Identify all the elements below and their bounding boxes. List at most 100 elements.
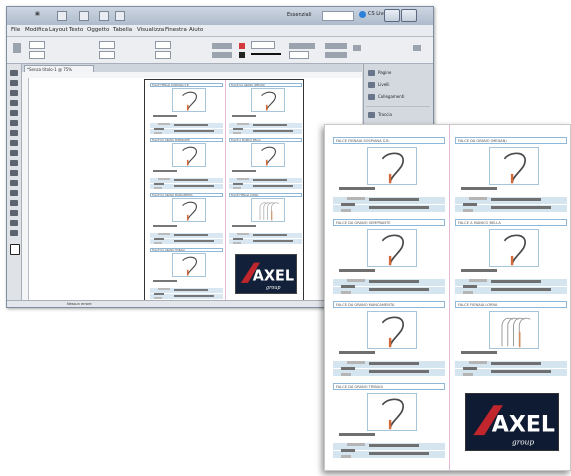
- align-icon[interactable]: [353, 45, 361, 51]
- workspace-switcher[interactable]: Essenziali: [287, 12, 311, 18]
- product-spec-line: [174, 130, 214, 132]
- product-spec-line: [154, 242, 162, 244]
- scythe-image: [182, 201, 197, 221]
- product-spec-line: [154, 183, 164, 185]
- product-image-frame: [172, 253, 206, 277]
- stroke-panel-tab[interactable]: Traccia: [368, 110, 392, 120]
- stroke-type-dropdown[interactable]: [251, 53, 281, 55]
- scissors-tool-icon[interactable]: [10, 170, 18, 176]
- stroke-panel-label: Traccia: [378, 112, 392, 117]
- product-spec-line: [339, 187, 375, 190]
- shear-tools-icon[interactable]: [212, 52, 232, 58]
- gap-tool-icon[interactable]: [10, 100, 18, 106]
- reference-point-icon[interactable]: [13, 43, 21, 53]
- eyedropper-tool-icon[interactable]: [10, 210, 18, 216]
- product-title: FALCE DA GRANO (MEDAN): [455, 137, 567, 144]
- document-tab-bar: *Senza titolo-1 @ 75%: [22, 64, 362, 72]
- menu-oggetto[interactable]: Oggetto: [87, 27, 109, 33]
- product-spec-line: [233, 128, 243, 130]
- layers-panel-tab[interactable]: Livelli: [368, 80, 390, 90]
- menu-tabella[interactable]: Tabella: [113, 27, 132, 33]
- view-options-dropdown[interactable]: [79, 11, 89, 21]
- scale-y-field[interactable]: [155, 51, 171, 59]
- transform-tool-icon[interactable]: [10, 180, 18, 186]
- zoom-dropdown[interactable]: [57, 11, 67, 21]
- pages-panel-tab[interactable]: Pagine: [368, 68, 391, 78]
- product-spec-line: [158, 123, 170, 125]
- product-spec-line: [369, 288, 429, 291]
- vertical-ruler: [22, 78, 29, 302]
- document-tab[interactable]: *Senza titolo-1 @ 75%: [24, 65, 94, 72]
- frame-fitting-icons[interactable]: [289, 43, 315, 49]
- minimize-button[interactable]: [384, 9, 400, 22]
- links-panel-tab[interactable]: Collegamenti: [368, 92, 405, 102]
- menu-testo[interactable]: Testo: [69, 27, 83, 33]
- menu-modifica[interactable]: Modifica: [25, 27, 48, 33]
- product-spec-line: [347, 361, 365, 364]
- effects-icons[interactable]: [325, 52, 347, 58]
- hand-tool-icon[interactable]: [10, 220, 18, 226]
- width-field[interactable]: [99, 41, 115, 49]
- pencil-tool-icon[interactable]: [10, 140, 18, 146]
- wrap-icons[interactable]: [325, 43, 347, 49]
- product-spec-line: [369, 280, 419, 283]
- preflight-status[interactable]: Nessun errore: [67, 302, 92, 306]
- note-tool-icon[interactable]: [10, 200, 18, 206]
- gradient-tool-icon[interactable]: [10, 190, 18, 196]
- product-spec-line: [491, 198, 541, 201]
- catalog-cell: FALCE DA GRANO MANCAMENTA: [333, 301, 445, 381]
- catalog-cell: FALCE DA GRANO SEMPRANTE: [333, 219, 445, 299]
- product-title: FALCE DA GRANO MANCAMENTA: [150, 193, 223, 197]
- maximize-button[interactable]: [401, 9, 417, 22]
- height-field[interactable]: [99, 51, 115, 59]
- product-spec-line: [154, 128, 164, 130]
- product-spec-line: [369, 452, 429, 455]
- product-spec-line: [154, 297, 162, 299]
- column-guide: [225, 80, 226, 302]
- stroke-weight-field[interactable]: [251, 41, 275, 49]
- product-spec-line: [491, 280, 541, 283]
- scythe-image: [182, 91, 197, 111]
- product-image-frame: [489, 311, 539, 349]
- document-page[interactable]: FALCE FIENAIA SOSPIANA S.B. FALCE DA GRAN…: [144, 79, 304, 303]
- x-position-field[interactable]: [29, 41, 45, 49]
- scale-x-field[interactable]: [155, 41, 171, 49]
- menu-finestra[interactable]: Finestra: [165, 27, 187, 33]
- scythe-image: [381, 316, 404, 348]
- line-tool-icon[interactable]: [10, 120, 18, 126]
- zoom-tool-icon[interactable]: [10, 230, 18, 236]
- product-spec-line: [347, 443, 365, 446]
- menu-layout[interactable]: Layout: [49, 27, 68, 33]
- menu-aiuto[interactable]: Aiuto: [189, 27, 203, 33]
- selection-tool-icon[interactable]: [10, 70, 18, 76]
- fill-stroke-swatch-icon[interactable]: [10, 244, 20, 255]
- menu-file[interactable]: File: [11, 27, 20, 33]
- rectangle-frame-tool-icon[interactable]: [10, 150, 18, 156]
- search-input[interactable]: [322, 11, 354, 21]
- stroke-swatch-icon[interactable]: [239, 52, 245, 58]
- product-spec-line: [233, 238, 243, 240]
- panel-menu-icon[interactable]: [413, 45, 421, 51]
- arrange-dropdown[interactable]: [115, 11, 125, 21]
- page-tool-icon[interactable]: [10, 90, 18, 96]
- pen-tool-icon[interactable]: [10, 130, 18, 136]
- product-title: FALCE DA GRANO SEMPRANTE: [150, 138, 223, 142]
- fill-swatch-icon[interactable]: [239, 43, 245, 49]
- menu-visualizza[interactable]: Visualizza: [137, 27, 164, 33]
- screen-mode-dropdown[interactable]: [99, 11, 109, 21]
- catalog-cell: FALCE A MANICO BELLA: [229, 138, 302, 192]
- logo-text-axel: AXEL: [253, 267, 295, 284]
- logo-text-group: group: [266, 285, 281, 291]
- rotate-tools-icon[interactable]: [212, 43, 232, 49]
- y-position-field[interactable]: [29, 51, 45, 59]
- product-image-frame: [251, 88, 285, 112]
- product-spec-line: [237, 123, 249, 125]
- product-spec-line: [341, 373, 351, 376]
- opacity-field[interactable]: [289, 51, 309, 59]
- direct-selection-tool-icon[interactable]: [10, 80, 18, 86]
- product-spec-line: [153, 170, 177, 172]
- product-spec-line: [154, 132, 162, 134]
- rectangle-tool-icon[interactable]: [10, 160, 18, 166]
- type-tool-icon[interactable]: [10, 110, 18, 116]
- product-spec-line: [253, 234, 287, 236]
